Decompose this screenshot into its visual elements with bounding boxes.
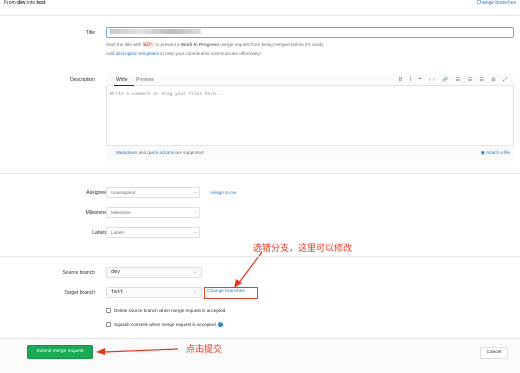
divider [0, 15, 520, 16]
delete-source-checkbox[interactable] [106, 308, 111, 313]
title-help: Start the title with WIP: to prevent a W… [106, 42, 325, 47]
cancel-button[interactable]: Cancel [480, 347, 508, 359]
description-placeholder: Write a comment or drag your files here.… [110, 92, 224, 97]
markdown-link[interactable]: Markdown [116, 150, 137, 155]
divider [0, 173, 520, 174]
change-branches-link-top[interactable]: Change branches [477, 0, 516, 6]
chevron-down-icon: ⌄ [193, 229, 198, 235]
squash-commits-checkbox[interactable] [106, 322, 111, 327]
markdown-note: Markdown and quick actions are supported [116, 150, 204, 155]
source-branch-dropdown[interactable] [106, 267, 202, 278]
source-branch-label: Source branch [62, 270, 95, 276]
source-branch-value: dev [111, 269, 121, 275]
templates-help: Add description templates to help your c… [106, 51, 261, 56]
assignee-value: Unassigned [111, 190, 136, 195]
redacted-text [111, 29, 202, 35]
description-label: Description [69, 77, 95, 83]
branch-info: From dev into test [4, 0, 46, 6]
tab-active-indicator [114, 85, 134, 86]
title-label: Title [85, 30, 95, 36]
quick-actions-link[interactable]: quick actions [147, 150, 174, 155]
labels-label: Labels [92, 230, 107, 236]
markdown-toolbar[interactable]: B I ❝ ‹› 🔗 ☰ ☰ ☰ ⊞ ⤢ [399, 77, 510, 83]
milestone-value: Milestone [111, 210, 131, 215]
squash-commits-label: Squash commits when merge request is acc… [114, 322, 224, 328]
title-value: | [110, 29, 202, 35]
milestone-label: Milestone [85, 210, 107, 216]
help-icon[interactable]: ? [218, 322, 224, 328]
divider [0, 256, 520, 257]
chevron-down-icon: ⌄ [193, 289, 198, 295]
chevron-down-icon: ⌄ [193, 269, 198, 275]
change-branches-link[interactable]: Change branches [207, 289, 245, 294]
delete-source-label: Delete source branch when merge request … [114, 308, 227, 313]
target-branch-value: test [111, 289, 124, 295]
submit-merge-request-button[interactable]: Submit merge request [27, 345, 93, 359]
tab-write[interactable]: Write [116, 77, 128, 83]
attach-file-button[interactable]: ▣ Attach a file [481, 150, 510, 156]
chevron-down-icon: ⌄ [193, 189, 198, 195]
target-branch-label: Target branch [64, 290, 95, 296]
assign-to-me-link[interactable]: Assign to me [210, 190, 237, 195]
assignee-label: Assignee [86, 190, 107, 196]
target-branch-name: test [36, 0, 46, 6]
tab-preview[interactable]: Preview [136, 77, 154, 83]
annotation-arrow [96, 348, 179, 355]
annotation-submit: 点击提交 [186, 345, 223, 355]
chevron-down-icon: ⌄ [193, 209, 198, 215]
source-branch-name: dev [17, 0, 26, 6]
labels-value: Labels [111, 230, 125, 235]
description-templates-link[interactable]: description templates [115, 51, 158, 56]
